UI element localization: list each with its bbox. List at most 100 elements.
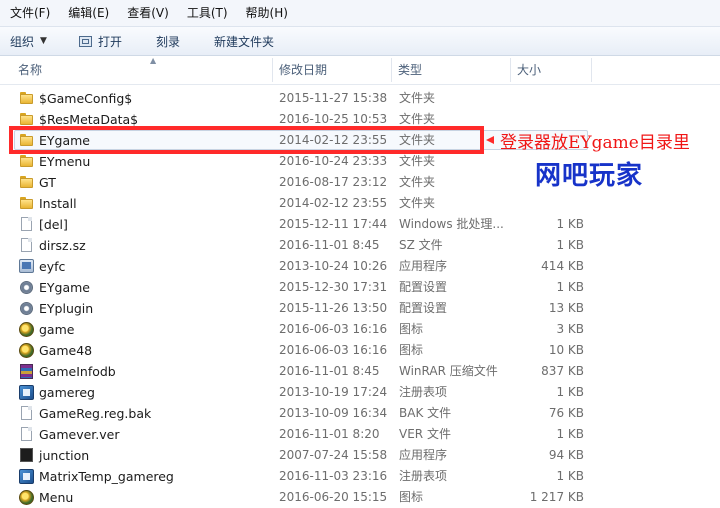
file-type: 注册表项: [399, 469, 448, 483]
file-row[interactable]: junction 2007-07-24 15:58 应用程序 94 KB: [0, 445, 720, 466]
file-date: 2016-10-24 23:33: [279, 154, 388, 168]
file-row[interactable]: dirsz.sz 2016-11-01 8:45 SZ 文件 1 KB: [0, 235, 720, 256]
column-header-name[interactable]: 名称 ▲: [12, 56, 272, 84]
file-type: WinRAR 压缩文件: [399, 364, 498, 378]
registry-icon: [19, 385, 34, 400]
folder-icon: [20, 176, 33, 188]
menu-item[interactable]: 查看(V): [117, 0, 177, 26]
file-type: 图标: [399, 322, 424, 336]
open-button[interactable]: 打开: [57, 30, 132, 52]
file-row[interactable]: Game48 2016-06-03 16:16 图标 10 KB: [0, 340, 720, 361]
file-size: 94 KB: [548, 448, 584, 462]
new-folder-button[interactable]: 新建文件夹: [190, 30, 284, 52]
file-name: GameReg.reg.bak: [39, 406, 152, 421]
annotation-arrow-icon: [486, 136, 494, 144]
batch-file-icon: [21, 217, 32, 231]
file-row[interactable]: GameReg.reg.bak 2013-10-09 16:34 BAK 文件 76 …: [0, 403, 720, 424]
config-gear-icon: [20, 281, 33, 294]
file-size: 837 KB: [541, 364, 584, 378]
file-row[interactable]: MatrixTemp_gamereg 2016-11-03 23:16 注册表项 1 …: [0, 466, 720, 487]
folder-icon: [20, 92, 33, 104]
file-date: 2013-10-09 16:34: [279, 406, 388, 420]
file-name: junction: [39, 448, 90, 463]
organize-button[interactable]: 组织 ▼: [0, 30, 57, 52]
file-size: 10 KB: [548, 343, 584, 357]
file-name: GT: [39, 175, 56, 190]
file-row[interactable]: gamereg 2013-10-19 17:24 注册表项 1 KB: [0, 382, 720, 403]
file-size: 1 KB: [556, 217, 584, 231]
file-name: EYmenu: [39, 154, 91, 169]
file-row[interactable]: Install 2014-02-12 23:55 文件夹: [0, 193, 720, 214]
file-type: 文件夹: [399, 175, 436, 189]
folder-icon: [20, 197, 33, 209]
file-date: 2016-06-20 15:15: [279, 490, 388, 504]
file-name: Menu: [39, 490, 74, 505]
game-icon: [19, 343, 34, 358]
file-size: 3 KB: [556, 322, 584, 336]
menu-item[interactable]: 编辑(E): [58, 0, 117, 26]
open-icon: [78, 35, 92, 47]
file-size: 1 KB: [556, 238, 584, 252]
file-size: 76 KB: [548, 406, 584, 420]
dropdown-arrow-icon: ▼: [40, 36, 47, 46]
file-date: 2015-11-26 13:50: [279, 301, 388, 315]
file-type: 文件夹: [399, 154, 436, 168]
file-date: 2016-06-03 16:16: [279, 322, 388, 336]
file-size: 1 217 KB: [529, 490, 584, 504]
file-row[interactable]: GameInfodb 2016-11-01 8:45 WinRAR 压缩文件 837 …: [0, 361, 720, 382]
sort-arrow-icon: ▲: [150, 56, 157, 65]
file-date: 2015-12-30 17:31: [279, 280, 388, 294]
menu-item[interactable]: 工具(T): [177, 0, 236, 26]
file-type: 应用程序: [399, 259, 448, 273]
file-date: 2016-11-01 8:20: [279, 427, 380, 441]
application-icon: [19, 259, 34, 273]
column-name-label: 名称: [18, 63, 43, 77]
file-row[interactable]: Menu 2016-06-20 15:15 图标 1 217 KB: [0, 487, 720, 508]
file-name: eyfc: [39, 259, 66, 274]
file-row[interactable]: game 2016-06-03 16:16 图标 3 KB: [0, 319, 720, 340]
file-date: 2014-02-12 23:55: [279, 196, 388, 210]
file-row[interactable]: eyfc 2013-10-24 10:26 应用程序 414 KB: [0, 256, 720, 277]
organize-label: 组织: [10, 34, 35, 49]
document-icon: [21, 238, 32, 252]
column-divider[interactable]: [591, 58, 592, 82]
file-name: Gamever.ver: [39, 427, 120, 442]
file-date: 2013-10-24 10:26: [279, 259, 388, 273]
file-size: 1 KB: [556, 469, 584, 483]
open-label: 打开: [97, 34, 122, 49]
game-icon: [19, 322, 34, 337]
toolbar: 组织 ▼ 打开 刻录 新建文件夹: [0, 27, 720, 56]
burn-button[interactable]: 刻录: [132, 30, 190, 52]
file-type: 图标: [399, 343, 424, 357]
column-header-size[interactable]: 大小: [511, 56, 591, 84]
file-row[interactable]: EYplugin 2015-11-26 13:50 配置设置 13 KB: [0, 298, 720, 319]
file-date: 2016-11-01 8:45: [279, 364, 380, 378]
file-size: 1 KB: [556, 385, 584, 399]
file-type: 文件夹: [399, 91, 436, 105]
document-icon: [21, 427, 32, 441]
burn-label: 刻录: [155, 34, 180, 49]
file-name: Game48: [39, 343, 93, 358]
menu-item[interactable]: 帮助(H): [236, 0, 296, 26]
file-row[interactable]: EYgame 2015-12-30 17:31 配置设置 1 KB: [0, 277, 720, 298]
file-size: [516, 88, 584, 109]
column-size-label: 大小: [517, 63, 542, 77]
file-row[interactable]: $GameConfig$ 2015-11-27 15:38 文件夹: [0, 88, 720, 109]
column-header-type[interactable]: 类型: [392, 56, 510, 84]
column-date-label: 修改日期: [279, 63, 328, 77]
file-type: 配置设置: [399, 280, 448, 294]
registry-icon: [19, 469, 34, 484]
file-size: 414 KB: [541, 259, 584, 273]
column-header-date[interactable]: 修改日期: [273, 56, 391, 84]
menu-item[interactable]: 文件(F): [0, 0, 58, 26]
file-date: 2015-12-11 17:44: [279, 217, 388, 231]
file-type: 文件夹: [399, 196, 436, 210]
annotation-instruction-text: 登录器放EYgame目录里: [500, 133, 690, 153]
file-type: 图标: [399, 490, 424, 504]
folder-icon: [20, 155, 33, 167]
file-size: [516, 193, 584, 214]
file-row[interactable]: [del] 2015-12-11 17:44 Windows 批处理... 1 KB: [0, 214, 720, 235]
file-row[interactable]: Gamever.ver 2016-11-01 8:20 VER 文件 1 KB: [0, 424, 720, 445]
file-name: gamereg: [39, 385, 95, 400]
file-size: 1 KB: [556, 427, 584, 441]
